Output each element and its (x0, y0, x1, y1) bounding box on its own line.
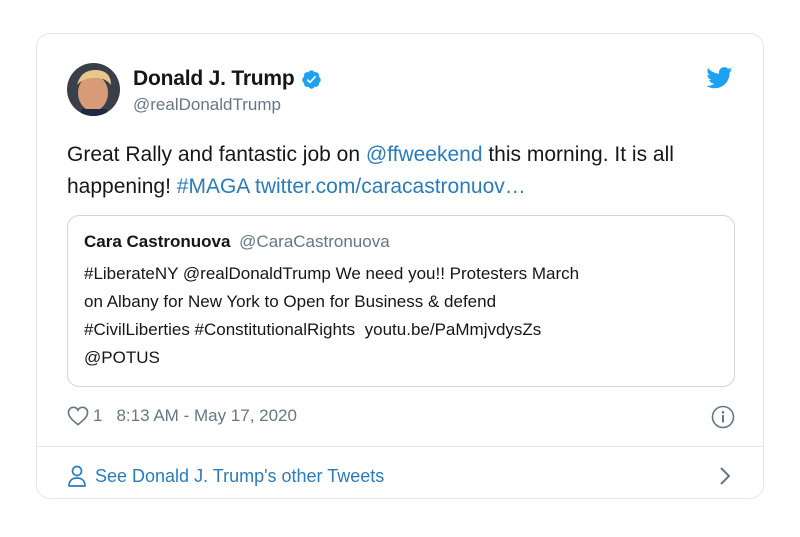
mention-link[interactable]: @ffweekend (366, 143, 483, 166)
see-other-tweets-label[interactable]: See Donald J. Trump's other Tweets (95, 466, 384, 487)
tweet-text-segment: Great Rally and fantastic job on (67, 143, 366, 166)
divider (37, 446, 763, 447)
quoted-author-handle[interactable]: @CaraCastronuova (239, 232, 390, 251)
quoted-tweet[interactable]: Cara Castronuova @CaraCastronuova #Liber… (67, 215, 735, 387)
embedded-tweet-card: Donald J. Trump @realDonaldTrump Great R… (36, 33, 764, 499)
twitter-bird-icon[interactable] (706, 67, 733, 89)
author-name-row[interactable]: Donald J. Trump (133, 67, 322, 91)
tweet-meta-row: 1 8:13 AM - May 17, 2020 (67, 403, 735, 429)
tweet-text: Great Rally and fantastic job on @ffweek… (67, 139, 737, 203)
verified-badge-icon (301, 69, 321, 89)
like-count: 1 (93, 406, 103, 425)
info-icon[interactable] (711, 405, 735, 429)
quoted-tweet-url-link[interactable]: twitter.com/caracastronuov… (255, 175, 526, 198)
person-icon (68, 465, 86, 487)
author-handle[interactable]: @realDonaldTrump (133, 95, 281, 115)
avatar[interactable] (67, 63, 120, 116)
heart-icon[interactable] (67, 406, 89, 426)
hashtag-link[interactable]: #MAGA (177, 175, 249, 198)
quoted-author-name[interactable]: Cara Castronuova (84, 232, 230, 251)
chevron-right-icon[interactable] (719, 466, 731, 486)
quoted-tweet-text: #LiberateNY @realDonaldTrump We need you… (84, 264, 580, 367)
tweet-timestamp[interactable]: 8:13 AM - May 17, 2020 (116, 406, 297, 426)
author-display-name[interactable]: Donald J. Trump (133, 67, 295, 91)
quoted-tweet-header: Cara Castronuova @CaraCastronuova (84, 232, 390, 252)
see-other-tweets-link[interactable]: See Donald J. Trump's other Tweets (67, 461, 735, 491)
